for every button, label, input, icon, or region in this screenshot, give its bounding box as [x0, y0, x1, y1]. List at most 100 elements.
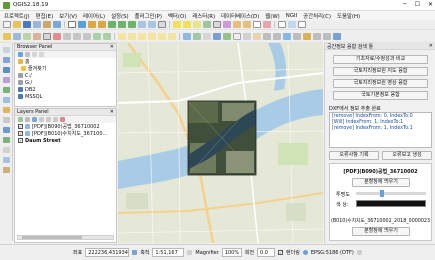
- filter-legend-icon[interactable]: [39, 117, 44, 122]
- zoom-full-icon[interactable]: [108, 21, 116, 28]
- close-button[interactable]: ✕: [428, 1, 433, 8]
- map-tips-icon[interactable]: [243, 21, 251, 28]
- compare-source-button[interactable]: 기초자료/수정성과 비교: [333, 55, 428, 64]
- add-group-icon[interactable]: [25, 117, 30, 122]
- map-fusion-button[interactable]: 국토지리정보원 지도 융합: [333, 67, 428, 76]
- add-layer-icon[interactable]: [3, 107, 10, 113]
- save-project-icon[interactable]: [23, 21, 31, 28]
- browser-item[interactable]: DB2: [15, 86, 116, 93]
- menu-processing[interactable]: 공간처리(C): [303, 12, 331, 20]
- lock-scale-icon[interactable]: [187, 250, 193, 255]
- add-layer-icon[interactable]: [3, 97, 10, 103]
- new-layer-icon[interactable]: [243, 33, 251, 40]
- redo-icon[interactable]: [103, 33, 111, 40]
- statistics-icon[interactable]: [223, 21, 231, 28]
- collapse-all-icon[interactable]: [53, 117, 58, 122]
- browser-item[interactable]: G:/: [15, 79, 116, 86]
- manage-themes-icon[interactable]: [32, 117, 37, 122]
- opacity-slider-handle[interactable]: [380, 190, 384, 197]
- properties-icon[interactable]: [39, 52, 44, 57]
- layer-visibility-checkbox[interactable]: ✓: [18, 138, 23, 143]
- crs-label[interactable]: EPSG:5186 (OTF): [311, 250, 354, 256]
- menu-edit[interactable]: 편집(E): [36, 12, 54, 20]
- plugin-icon[interactable]: [333, 33, 341, 40]
- menu-settings[interactable]: 설정(S): [111, 12, 129, 20]
- toggle-extents-icon[interactable]: [132, 250, 138, 255]
- menu-database[interactable]: 데이터베이스(D): [221, 12, 259, 20]
- browser-item[interactable]: C:/: [15, 72, 116, 79]
- base-info-fusion-button[interactable]: 국토기본정보 융합: [333, 91, 428, 100]
- grass-icon[interactable]: [253, 33, 261, 40]
- add-layer-icon[interactable]: [3, 57, 10, 63]
- print-composer-icon[interactable]: [43, 21, 51, 28]
- messages-icon[interactable]: [356, 250, 362, 255]
- minimize-button[interactable]: ─: [403, 1, 407, 8]
- menu-web[interactable]: 웹(W): [265, 12, 280, 20]
- scale-combobox[interactable]: 1:51,167: [152, 248, 185, 257]
- refresh-icon[interactable]: [158, 21, 166, 28]
- add-layer-icon[interactable]: [3, 147, 10, 153]
- collapse-icon[interactable]: [32, 52, 37, 57]
- add-feature-icon[interactable]: [23, 33, 31, 40]
- plugin-icon[interactable]: [293, 33, 301, 40]
- render-checkbox[interactable]: ✓: [278, 250, 284, 255]
- expand-all-icon[interactable]: [46, 117, 51, 122]
- add-layer-icon[interactable]: [3, 67, 10, 73]
- paste-features-icon[interactable]: [83, 33, 91, 40]
- menu-vector[interactable]: 벡터(O): [168, 12, 186, 20]
- plugin-icon[interactable]: [323, 33, 331, 40]
- text-annotation-icon[interactable]: [263, 21, 271, 28]
- menu-layer[interactable]: 레이어(L): [83, 12, 105, 20]
- globe-crs-icon[interactable]: [302, 250, 308, 255]
- zoom-last-icon[interactable]: [138, 21, 146, 28]
- plugin-icon[interactable]: [288, 21, 296, 28]
- add-layer-icon[interactable]: [3, 167, 10, 173]
- add-delimited-icon[interactable]: [203, 33, 211, 40]
- bookmark-icon[interactable]: [253, 21, 261, 28]
- label-move-icon[interactable]: [148, 33, 156, 40]
- open-project-icon[interactable]: [13, 21, 21, 28]
- zoom-next-icon[interactable]: [148, 21, 156, 28]
- coordinate-field[interactable]: 222236,431934: [85, 248, 130, 257]
- add-layer-icon[interactable]: [3, 47, 10, 53]
- refresh-icon[interactable]: [18, 52, 23, 57]
- panel-close-icon[interactable]: ✕: [110, 44, 114, 50]
- image-fusion-button[interactable]: 국토지리정보원 영상 융합: [333, 79, 428, 88]
- panel-close-icon[interactable]: ✕: [110, 109, 114, 115]
- menu-plugins[interactable]: 플러그인(P): [135, 12, 162, 20]
- node-tool-icon[interactable]: [43, 33, 51, 40]
- delete-selected-icon[interactable]: [53, 33, 61, 40]
- menu-help[interactable]: 도움말(H): [337, 12, 360, 20]
- magnifier-field[interactable]: 100%: [221, 248, 242, 257]
- add-layer-icon[interactable]: [3, 137, 10, 143]
- remove-layer-icon[interactable]: [60, 117, 65, 122]
- composer-manager-icon[interactable]: [53, 21, 61, 28]
- copy-features-icon[interactable]: [73, 33, 81, 40]
- undo-icon[interactable]: [93, 33, 101, 40]
- add-layer-icon[interactable]: [3, 77, 10, 83]
- label-show-icon[interactable]: [138, 33, 146, 40]
- maximize-button[interactable]: ☐: [415, 1, 420, 8]
- create-error-report-button[interactable]: 오류보고 생성: [382, 151, 432, 160]
- zoom-out-icon[interactable]: [98, 21, 106, 28]
- plugin-icon[interactable]: [303, 33, 311, 40]
- layer-item[interactable]: ✓ Daum Street: [15, 137, 116, 144]
- scrollbar-thumb[interactable]: [22, 236, 82, 239]
- open-styling-icon[interactable]: [18, 117, 23, 122]
- field-calculator-icon[interactable]: [213, 21, 221, 28]
- add-layer-icon[interactable]: [3, 87, 10, 93]
- identify-icon[interactable]: [173, 21, 181, 28]
- python-console-icon[interactable]: [278, 21, 286, 28]
- label-icon[interactable]: [118, 33, 126, 40]
- layer-visibility-checkbox[interactable]: ✓: [18, 124, 23, 129]
- menu-project[interactable]: 프로젝트(J): [4, 12, 30, 20]
- record-error-button[interactable]: 오류사항 기록: [329, 151, 379, 160]
- move-feature-icon[interactable]: [33, 33, 41, 40]
- map-canvas[interactable]: [118, 43, 323, 243]
- menu-view[interactable]: 보기(V): [59, 12, 77, 20]
- horizontal-scrollbar[interactable]: [17, 235, 114, 240]
- pan-to-selection-icon[interactable]: [78, 21, 86, 28]
- rotation-field[interactable]: 0.0: [257, 248, 276, 257]
- panel-close-icon[interactable]: ✕: [429, 43, 433, 49]
- label-change-icon[interactable]: [168, 33, 176, 40]
